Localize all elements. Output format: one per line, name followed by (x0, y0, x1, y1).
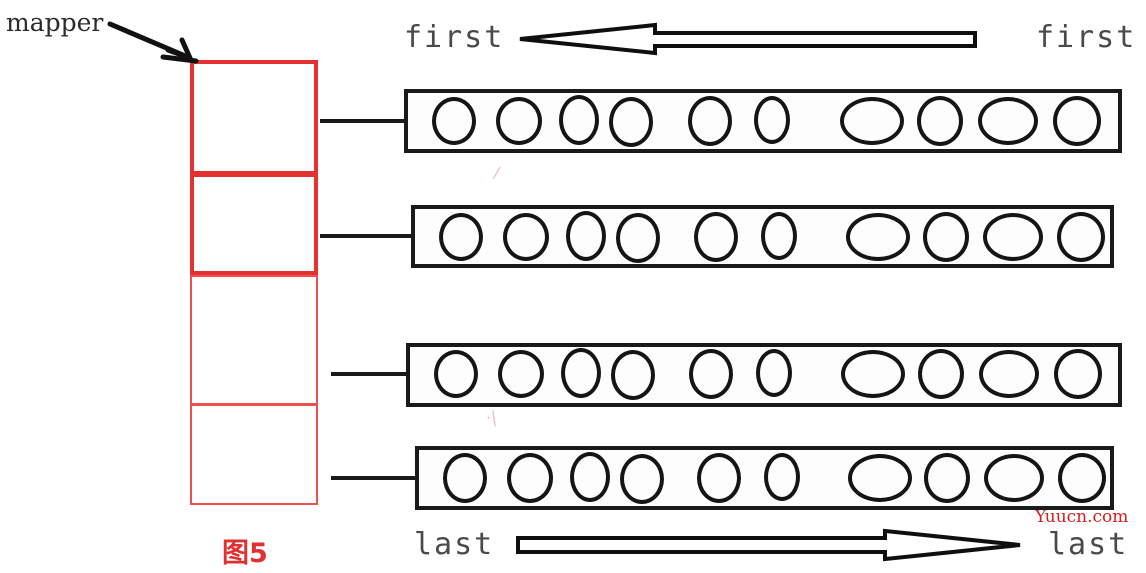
node-0-2[interactable] (559, 95, 599, 145)
node-0-6[interactable] (840, 97, 904, 145)
mapper-cell-2[interactable] (190, 275, 318, 405)
node-3-8[interactable] (984, 454, 1044, 502)
node-2-9[interactable] (1054, 349, 1102, 399)
node-3-5[interactable] (764, 453, 800, 501)
node-2-4[interactable] (689, 349, 733, 399)
node-2-6[interactable] (841, 350, 905, 398)
bucket-connector-2 (331, 372, 411, 376)
mapper-cell-1[interactable] (190, 173, 318, 275)
mapper-pointer-arrow (107, 21, 199, 64)
node-0-1[interactable] (496, 97, 542, 145)
node-3-6[interactable] (848, 454, 912, 502)
mapper-label: mapper (6, 8, 104, 37)
node-1-5[interactable] (761, 212, 797, 260)
node-2-5[interactable] (756, 349, 792, 397)
node-1-1[interactable] (503, 213, 549, 261)
node-0-7[interactable] (917, 96, 963, 146)
bucket-connector-0 (320, 119, 406, 123)
node-0-0[interactable] (432, 97, 476, 145)
node-2-3[interactable] (611, 350, 655, 400)
watermark: Yuucn.com (1035, 507, 1129, 527)
node-1-6[interactable] (846, 213, 910, 261)
last-label-left: last (414, 527, 495, 562)
diagram-canvas: mapper first first last last 图5 Yuucn.co… (0, 0, 1146, 573)
node-2-0[interactable] (434, 350, 478, 398)
node-3-2[interactable] (570, 452, 610, 502)
last-label-right: last (1048, 527, 1129, 562)
node-1-2[interactable] (566, 211, 606, 261)
node-3-3[interactable] (620, 454, 664, 504)
node-0-3[interactable] (609, 97, 653, 147)
node-3-9[interactable] (1058, 453, 1106, 503)
node-3-7[interactable] (924, 453, 970, 503)
node-2-8[interactable] (979, 350, 1039, 398)
node-0-8[interactable] (978, 97, 1038, 145)
node-0-9[interactable] (1053, 96, 1101, 146)
node-1-0[interactable] (439, 213, 483, 261)
node-2-7[interactable] (918, 349, 964, 399)
node-3-0[interactable] (443, 453, 487, 503)
node-1-9[interactable] (1057, 212, 1105, 262)
scan-artifact-2: ·| (484, 407, 498, 428)
mapper-cell-3[interactable] (190, 404, 318, 505)
bucket-connector-1 (320, 234, 413, 238)
mapper-column (190, 60, 318, 505)
first-label-left: first (404, 20, 505, 55)
figure-caption: 图5 (222, 538, 268, 569)
node-1-7[interactable] (923, 212, 969, 262)
mapper-cell-0[interactable] (190, 60, 318, 175)
first-label-right: first (1036, 20, 1137, 55)
node-1-4[interactable] (694, 212, 738, 262)
first-direction-arrow (519, 22, 977, 56)
node-2-1[interactable] (498, 350, 544, 398)
last-direction-arrow (516, 528, 1021, 562)
node-1-8[interactable] (983, 213, 1043, 261)
node-3-4[interactable] (697, 453, 741, 503)
node-2-2[interactable] (561, 348, 601, 398)
scan-artifact-1: / (492, 162, 502, 183)
node-1-3[interactable] (616, 213, 660, 263)
node-0-5[interactable] (754, 96, 790, 144)
node-3-1[interactable] (507, 453, 553, 503)
node-0-4[interactable] (688, 96, 732, 146)
bucket-connector-3 (331, 476, 417, 480)
